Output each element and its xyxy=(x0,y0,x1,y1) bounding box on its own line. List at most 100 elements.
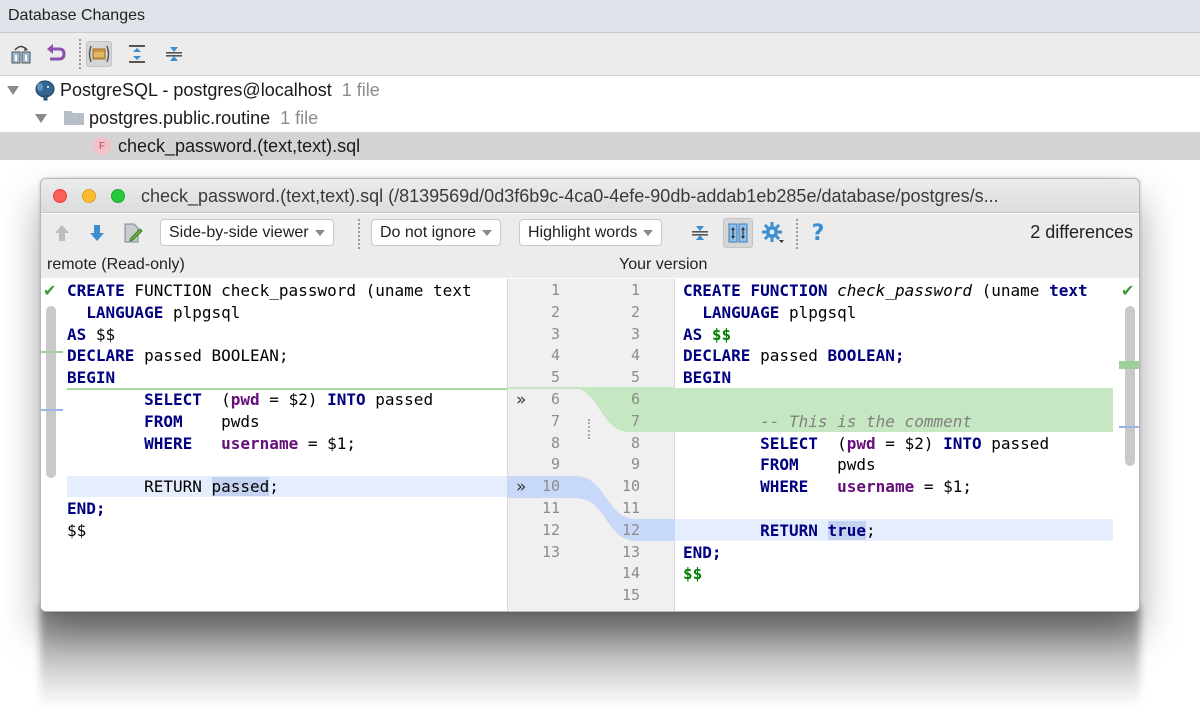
code-token: pwds xyxy=(798,455,876,475)
change-stripe-blue xyxy=(1119,426,1139,428)
maximize-window-button[interactable] xyxy=(111,189,125,203)
close-window-button[interactable] xyxy=(53,189,67,203)
left-editor[interactable]: ✔ CREATE FUNCTION check_password (uname … xyxy=(41,279,507,611)
settings-gear-icon[interactable] xyxy=(760,220,786,246)
line-number: 6 xyxy=(550,389,560,408)
code-token: ( xyxy=(201,389,231,409)
collapse-unchanged-button[interactable] xyxy=(687,220,713,246)
code-line: RETURN true; xyxy=(683,520,1088,542)
line-number: 12 xyxy=(621,520,640,539)
code-token: (uname xyxy=(972,281,1050,300)
panel-titles: remote (Read-only) Your version xyxy=(41,254,1139,278)
highlight-mode-dropdown[interactable]: Highlight words xyxy=(519,219,663,246)
code-token: LANGUAGE xyxy=(702,302,780,322)
line-number: 14 xyxy=(621,564,640,583)
change-stripe-green xyxy=(1119,361,1139,369)
chevron-down-icon xyxy=(482,229,493,236)
code-line: END; xyxy=(683,542,1088,564)
code-line: SELECT (pwd = $2) INTO passed xyxy=(67,389,472,411)
code-line: BEGIN xyxy=(683,367,1088,389)
expand-arrow-icon[interactable] xyxy=(35,113,47,123)
line-number: 3 xyxy=(630,324,640,343)
highlight-mode-value: Highlight words xyxy=(528,223,638,241)
code-token: DECLARE xyxy=(683,346,751,366)
line-number: 2 xyxy=(550,302,560,321)
edit-source-button[interactable] xyxy=(120,220,146,246)
expand-all-icon[interactable] xyxy=(124,41,150,67)
right-editor[interactable]: CREATE FUNCTION check_password (uname te… xyxy=(675,279,1139,611)
code-token: SELECT xyxy=(144,389,202,409)
code-token: BEGIN xyxy=(683,368,732,388)
code-line: WHERE username = $1; xyxy=(67,433,472,455)
left-vertical-scrollbar[interactable] xyxy=(46,306,56,478)
code-token: = $1; xyxy=(298,433,356,453)
help-button[interactable]: ? xyxy=(805,220,831,246)
code-token: $$ xyxy=(683,564,703,584)
left-panel-title: remote (Read-only) xyxy=(47,256,185,273)
group-by-directory-icon[interactable] xyxy=(86,41,112,67)
line-number: 5 xyxy=(630,368,640,387)
ignore-whitespace-dropdown[interactable]: Do not ignore xyxy=(371,219,502,246)
ignore-mode-value: Do not ignore xyxy=(380,223,477,241)
differences-count: 2 differences xyxy=(1030,222,1133,242)
code-token: ; xyxy=(269,477,279,497)
code-token: INTO xyxy=(327,389,366,409)
code-token: passed xyxy=(365,389,434,409)
code-token: FUNCTION check_password (uname text xyxy=(124,281,472,300)
diff-connector-shapes xyxy=(508,387,676,541)
line-number: 3 xyxy=(550,324,560,343)
code-line: CREATE FUNCTION check_password (uname te… xyxy=(683,280,1088,302)
code-token: AS xyxy=(683,324,703,344)
line-number: 8 xyxy=(630,433,640,452)
previous-difference-button[interactable] xyxy=(49,220,75,246)
tree-item-schema-folder[interactable]: postgres.public.routine 1 file xyxy=(0,104,1200,132)
minimize-window-button[interactable] xyxy=(82,189,96,203)
code-token: = $2) xyxy=(259,389,328,409)
dialog-titlebar[interactable]: check_password.(text,text).sql (/8139569… xyxy=(41,179,1139,213)
code-token: DECLARE xyxy=(67,346,135,366)
next-difference-button[interactable] xyxy=(84,220,110,246)
apply-change-chevron-icon[interactable]: » xyxy=(516,477,526,497)
line-number: 4 xyxy=(550,346,560,365)
tree-item-datasource[interactable]: PostgreSQL - postgres@localhost 1 file xyxy=(0,76,1200,104)
code-line: DECLARE passed BOOLEAN; xyxy=(67,345,472,367)
code-line: AS $$ xyxy=(67,324,472,346)
collapse-all-icon[interactable] xyxy=(161,41,187,67)
code-line: LANGUAGE plpgsql xyxy=(67,302,472,324)
revert-icon[interactable] xyxy=(43,41,69,67)
gutter-drag-handle[interactable] xyxy=(588,419,592,439)
code-token: -- This is the comment xyxy=(760,411,972,431)
line-number: 10 xyxy=(541,477,560,496)
viewer-mode-dropdown[interactable]: Side-by-side viewer xyxy=(160,219,334,246)
expand-arrow-icon[interactable] xyxy=(7,85,19,95)
code-token: RETURN xyxy=(760,520,818,540)
code-line: SELECT (pwd = $2) INTO passed xyxy=(683,433,1088,455)
apply-change-chevron-icon[interactable]: » xyxy=(516,390,526,410)
line-number: 1 xyxy=(630,281,640,299)
synchronize-scrolling-button[interactable] xyxy=(723,218,753,248)
line-number: 7 xyxy=(550,411,560,430)
dialog-shadow xyxy=(40,606,1140,708)
chevron-down-icon xyxy=(643,229,654,236)
code-line: END; xyxy=(67,498,472,520)
code-line: AS $$ xyxy=(683,324,1088,346)
folder-icon xyxy=(63,110,85,131)
tree-item-file[interactable]: F check_password.(text,text).sql xyxy=(0,132,1200,160)
code-token: = $1; xyxy=(914,477,972,497)
code-line: FROM pwds xyxy=(67,411,472,433)
commit-icon[interactable] xyxy=(8,41,34,67)
code-token: plpgsql xyxy=(163,302,241,322)
right-vertical-scrollbar[interactable] xyxy=(1125,306,1135,466)
